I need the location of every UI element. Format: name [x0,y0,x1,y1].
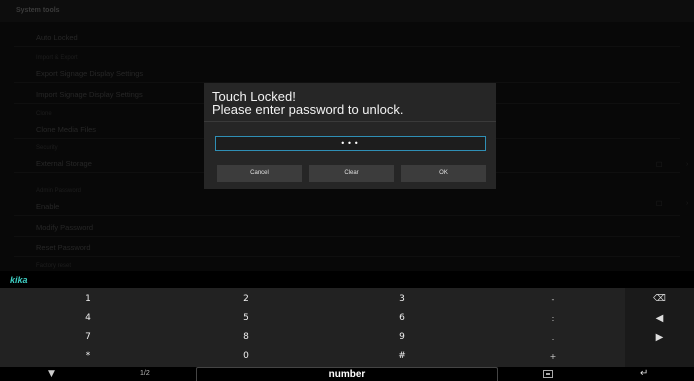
kika-logo: kika [10,275,28,285]
dialog-message: Please enter password to unlock. [212,102,404,117]
key-digit[interactable]: 7 [48,328,128,347]
hide-keyboard-icon[interactable]: ▼ [48,367,55,381]
number-mode-label[interactable]: number [196,367,498,381]
key-digit[interactable]: 3 [362,290,442,309]
switch-layout-icon[interactable] [543,370,553,378]
keyboard-toolbar: kika [0,271,694,288]
key-symbol[interactable]: : [513,309,593,328]
key-digit[interactable]: 2 [206,290,286,309]
clear-button[interactable]: Clear [309,165,394,182]
key-symbol[interactable]: . [513,328,593,347]
password-input[interactable]: ••• [215,136,486,151]
ok-button[interactable]: OK [401,165,486,182]
key-digit[interactable]: # [362,347,442,366]
key-digit[interactable]: 8 [206,328,286,347]
key-digit[interactable]: 0 [206,347,286,366]
key-digit[interactable]: 6 [362,309,442,328]
left-arrow-icon[interactable]: ◀ [625,309,694,328]
key-digit[interactable]: * [48,347,128,366]
key-symbol[interactable]: + [513,347,593,366]
number-keypad: 1 2 3 - 4 5 6: 7 8 9. * 0 # + [0,288,694,367]
key-digit[interactable]: 9 [362,328,442,347]
enter-icon[interactable]: ↵ [640,367,648,381]
cancel-button[interactable]: Cancel [217,165,302,182]
function-keys: ⌫ ◀ ▶ [625,288,694,367]
key-digit[interactable]: 4 [48,309,128,328]
password-dialog: Touch Locked! Please enter password to u… [204,83,496,189]
key-digit[interactable]: 5 [206,309,286,328]
keyboard-bottom-bar: ▼ 1/2 number ↵ [0,367,694,381]
backspace-icon[interactable]: ⌫ [625,290,694,309]
dialog-divider [204,121,496,122]
key-digit[interactable]: 1 [48,290,128,309]
right-arrow-icon[interactable]: ▶ [625,328,694,347]
key-symbol[interactable]: - [513,290,593,309]
page-indicator[interactable]: 1/2 [140,367,150,381]
